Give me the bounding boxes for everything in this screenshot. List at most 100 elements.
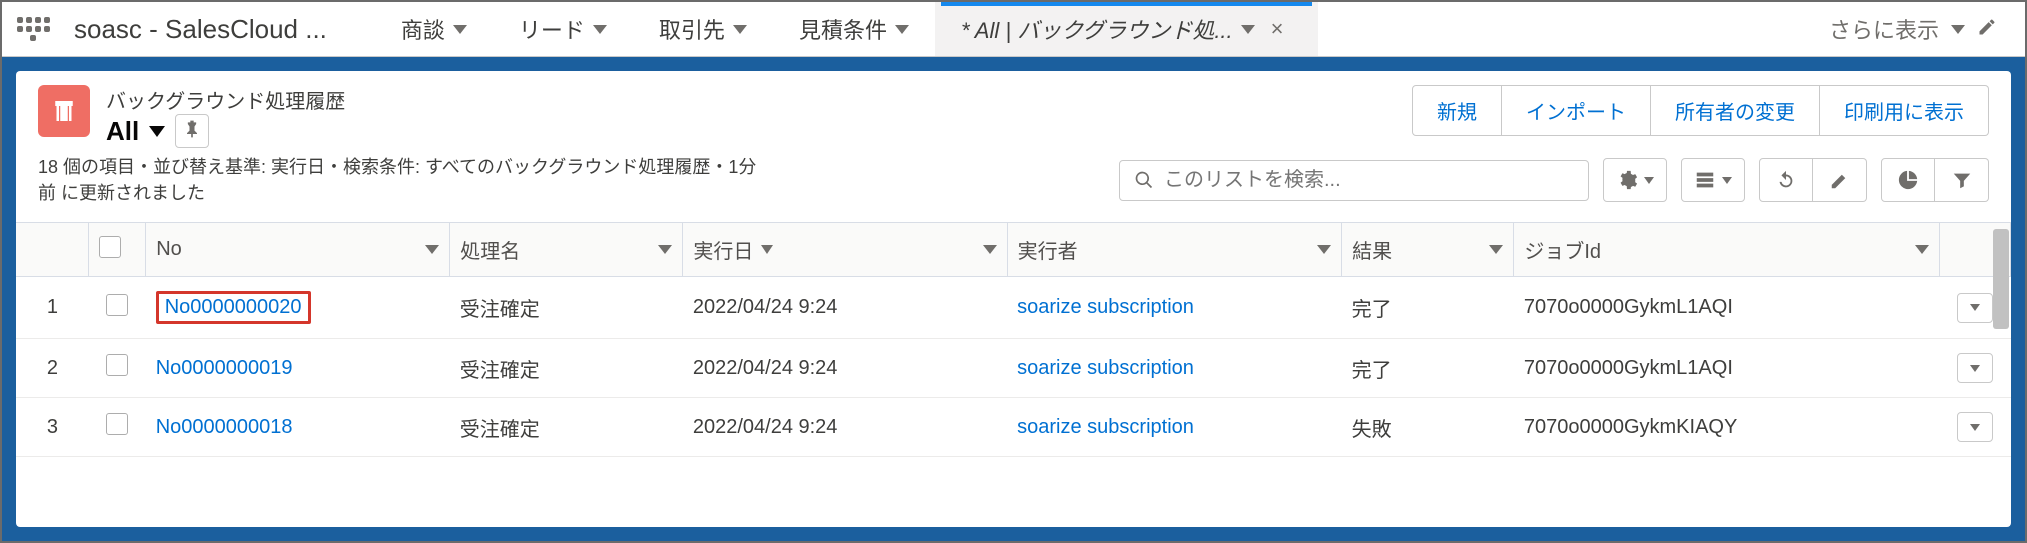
- col-select-all[interactable]: [89, 223, 146, 277]
- nav-item-leads[interactable]: リード: [493, 2, 633, 56]
- select-all-checkbox[interactable]: [99, 236, 121, 258]
- cell-exec-date: 2022/04/24 9:24: [683, 339, 1007, 398]
- row-actions-button[interactable]: [1957, 293, 1993, 323]
- table-row: 2 No0000000019 受注確定2022/04/24 9:24 soarize …: [16, 339, 2011, 398]
- nav-more-button[interactable]: さらに表示: [1829, 13, 1965, 45]
- list-view-controls-button[interactable]: [1603, 158, 1667, 202]
- chevron-down-icon: [1489, 245, 1503, 254]
- chevron-down-icon: [425, 245, 439, 254]
- col-job-id-label: ジョブId: [1524, 235, 1601, 264]
- list-search-input[interactable]: [1164, 169, 1574, 192]
- row-number: 1: [16, 277, 89, 339]
- executor-link[interactable]: soarize subscription: [1017, 416, 1194, 438]
- cell-job-id: 7070o0000GykmL1AQI: [1514, 339, 1940, 398]
- col-proc-name[interactable]: 処理名: [450, 223, 683, 277]
- chevron-down-icon: [895, 25, 909, 34]
- list-search-box[interactable]: [1119, 160, 1589, 201]
- chevron-down-icon: [1970, 424, 1980, 431]
- record-no-link[interactable]: No0000000019: [156, 357, 293, 379]
- col-exec-date[interactable]: 実行日: [683, 223, 1007, 277]
- nav-item-label: 商談: [401, 13, 445, 45]
- cell-result: 完了: [1342, 339, 1514, 398]
- pencil-icon: [1829, 169, 1851, 191]
- record-no-link[interactable]: No0000000020: [156, 291, 311, 324]
- list-meta-text: 18 個の項目・並び替え基準: 実行日・検索条件: すべてのバックグラウンド処理…: [38, 154, 758, 206]
- sort-desc-icon: [761, 245, 773, 254]
- cell-exec-date: 2022/04/24 9:24: [683, 398, 1007, 457]
- row-actions-button[interactable]: [1957, 412, 1993, 442]
- chevron-down-icon: [1241, 25, 1255, 34]
- vertical-scrollbar-thumb[interactable]: [1993, 229, 2009, 329]
- list-view-table: No 処理名: [16, 223, 2011, 457]
- col-result-label: 結果: [1352, 235, 1392, 264]
- chevron-down-icon: [1951, 25, 1965, 34]
- chart-button[interactable]: [1881, 158, 1935, 202]
- nav-item-label: 取引先: [659, 13, 725, 45]
- object-icon: [38, 85, 90, 137]
- list-view-panel: バックグラウンド処理履歴 All 新規 インポート 所有者の変: [16, 71, 2011, 527]
- chevron-down-icon: [983, 245, 997, 254]
- nav-item-quote-conditions[interactable]: 見積条件: [773, 2, 935, 56]
- col-executor[interactable]: 実行者: [1007, 223, 1341, 277]
- cell-job-id: 7070o0000GykmL1AQI: [1514, 277, 1940, 339]
- chevron-down-icon: [1317, 245, 1331, 254]
- chevron-down-icon: [658, 245, 672, 254]
- list-view-name[interactable]: All: [106, 116, 139, 147]
- nav-more-label: さらに表示: [1829, 13, 1939, 45]
- chevron-down-icon: [1915, 245, 1929, 254]
- row-checkbox[interactable]: [106, 294, 128, 316]
- nav-item-opportunities[interactable]: 商談: [375, 2, 493, 56]
- col-result[interactable]: 結果: [1342, 223, 1514, 277]
- col-rownum: [16, 223, 89, 277]
- row-number: 2: [16, 339, 89, 398]
- change-owner-button[interactable]: 所有者の変更: [1651, 85, 1820, 136]
- nav-items: 商談 リード 取引先 見積条件 * All | バックグラウンド処... ×: [375, 2, 1318, 56]
- cell-job-id: 7070o0000GykmKIAQY: [1514, 398, 1940, 457]
- executor-link[interactable]: soarize subscription: [1017, 357, 1194, 379]
- col-job-id[interactable]: ジョブId: [1514, 223, 1940, 277]
- new-button[interactable]: 新規: [1412, 85, 1502, 136]
- pin-button[interactable]: [175, 114, 209, 148]
- app-launcher-icon[interactable]: [16, 12, 50, 46]
- row-checkbox[interactable]: [106, 413, 128, 435]
- table-icon: [1694, 169, 1716, 191]
- refresh-button[interactable]: [1759, 158, 1813, 202]
- record-no-link[interactable]: No0000000018: [156, 416, 293, 438]
- chevron-down-icon: [1970, 365, 1980, 372]
- col-exec-date-label: 実行日: [693, 235, 753, 264]
- import-button[interactable]: インポート: [1502, 85, 1651, 136]
- col-no-label: No: [156, 238, 182, 261]
- close-icon[interactable]: ×: [1263, 16, 1292, 42]
- chevron-down-icon: [733, 25, 747, 34]
- cell-result: 完了: [1342, 277, 1514, 339]
- col-no[interactable]: No: [146, 223, 450, 277]
- header-actions: 新規 インポート 所有者の変更 印刷用に表示: [1412, 85, 1989, 136]
- chevron-down-icon: [1644, 177, 1654, 184]
- row-actions-button[interactable]: [1957, 353, 1993, 383]
- cell-proc-name: 受注確定: [450, 277, 683, 339]
- nav-item-label: * All | バックグラウンド処...: [961, 13, 1233, 45]
- table-row: 3No0000000018受注確定2022/04/24 9:24soarize …: [16, 398, 2011, 457]
- chevron-down-icon: [1970, 304, 1980, 311]
- cell-proc-name: 受注確定: [450, 339, 683, 398]
- gear-icon: [1616, 169, 1638, 191]
- filter-button[interactable]: [1935, 158, 1989, 202]
- nav-item-active-tab[interactable]: * All | バックグラウンド処... ×: [935, 2, 1318, 56]
- nav-item-accounts[interactable]: 取引先: [633, 2, 773, 56]
- pencil-icon[interactable]: [1977, 17, 1997, 42]
- chevron-down-icon: [593, 25, 607, 34]
- pie-chart-icon: [1897, 169, 1919, 191]
- display-as-button[interactable]: [1681, 158, 1745, 202]
- cell-exec-date: 2022/04/24 9:24: [683, 277, 1007, 339]
- object-type-label: バックグラウンド処理履歴: [106, 85, 345, 114]
- row-checkbox[interactable]: [106, 354, 128, 376]
- printable-view-button[interactable]: 印刷用に表示: [1820, 85, 1989, 136]
- inline-edit-button[interactable]: [1813, 158, 1867, 202]
- cell-result: 失敗: [1342, 398, 1514, 457]
- list-view-picker-icon[interactable]: [149, 126, 165, 137]
- search-icon: [1134, 170, 1154, 190]
- executor-link[interactable]: soarize subscription: [1017, 296, 1194, 318]
- cell-proc-name: 受注確定: [450, 398, 683, 457]
- app-title: soasc - SalesCloud ...: [74, 14, 327, 45]
- refresh-icon: [1775, 169, 1797, 191]
